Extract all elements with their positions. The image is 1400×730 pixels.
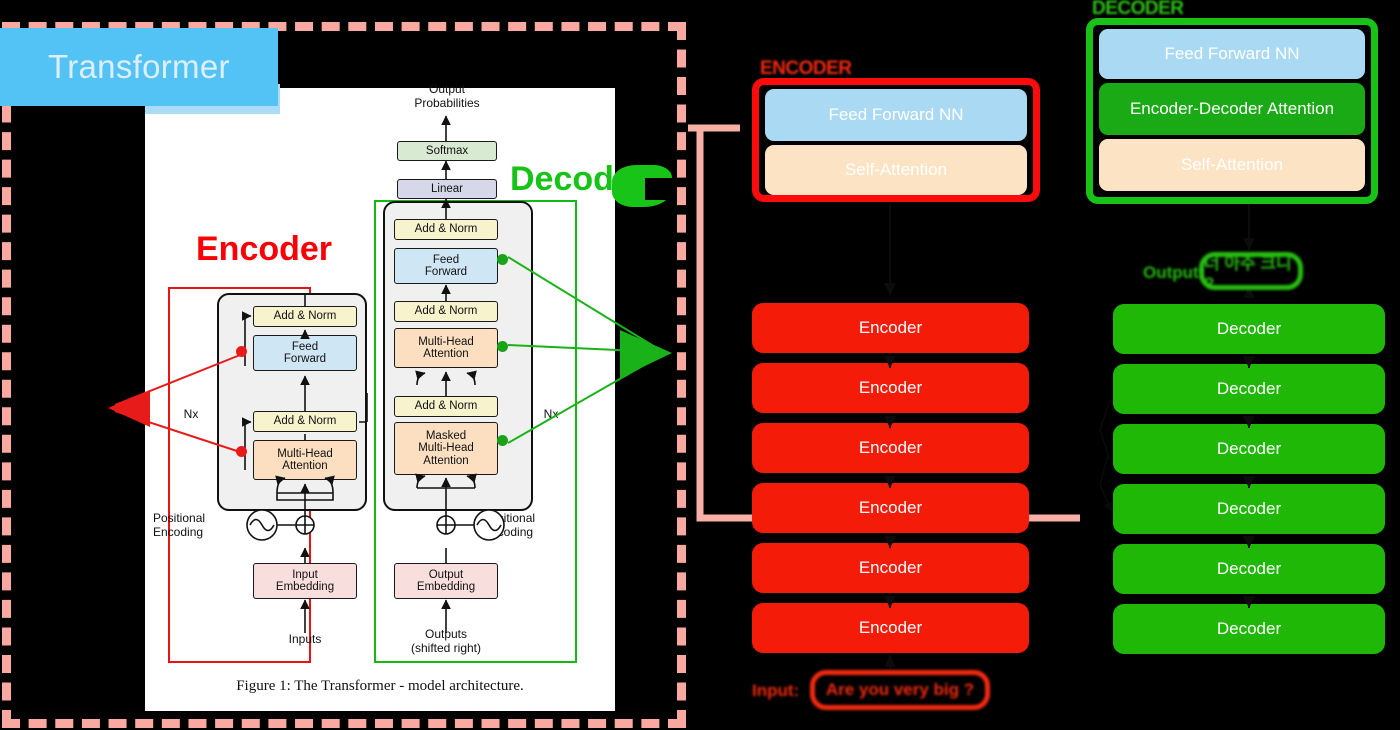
input-text-chip: Are you very big ? <box>810 670 990 710</box>
output-text-chip: 너 아주 크니 ? <box>1199 252 1303 293</box>
slide-canvas: Transformer Encoder Decoder Output Proba… <box>0 0 1400 730</box>
output-label: Output: <box>1143 263 1205 282</box>
input-label: Input: <box>752 681 800 700</box>
stack-arrows <box>884 204 1255 668</box>
